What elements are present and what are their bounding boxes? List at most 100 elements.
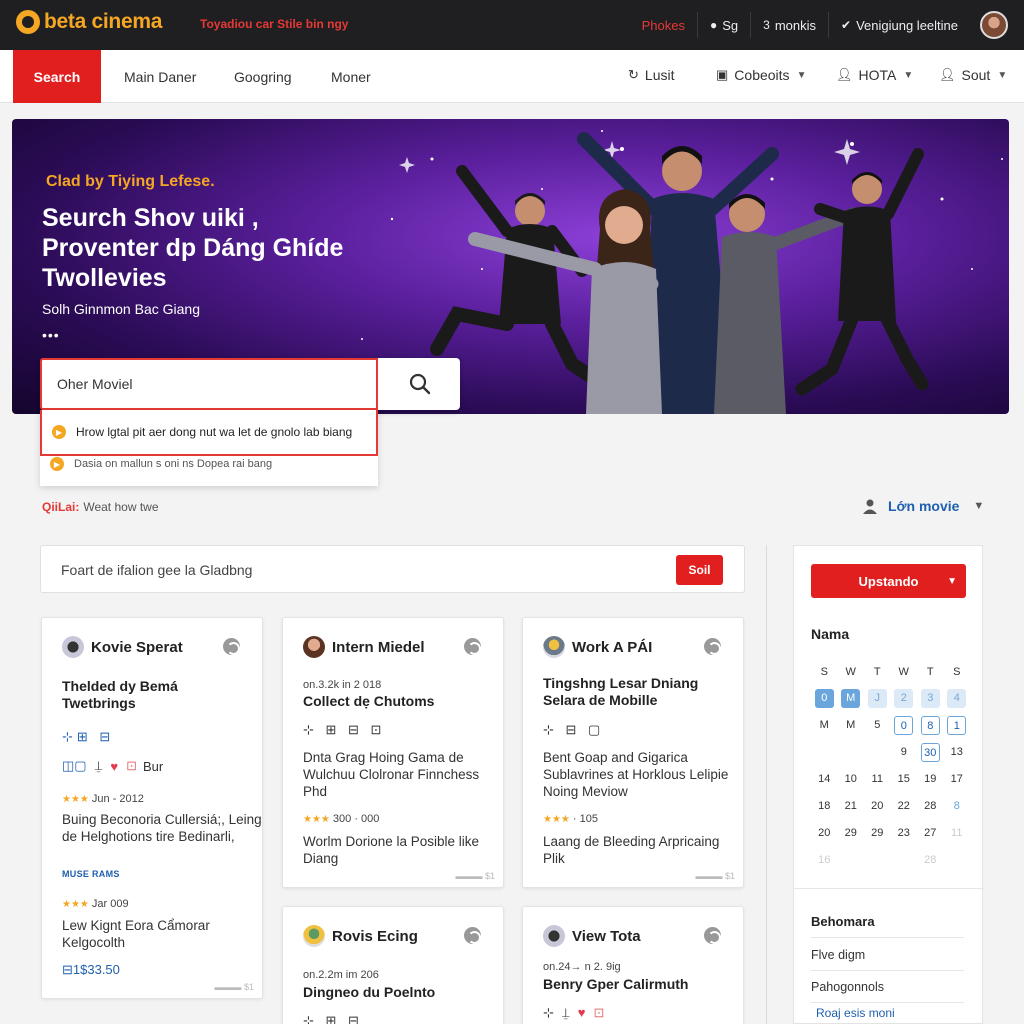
calendar-day[interactable]: 9	[891, 743, 918, 762]
filter-submit-button[interactable]: Soil	[676, 555, 723, 585]
calendar-day[interactable]: 27	[917, 824, 944, 843]
sidebar-item[interactable]: Flve digm	[811, 948, 964, 971]
calendar-week: 14 10 11 15 19 17	[811, 766, 971, 793]
calendar-day[interactable]: 29	[864, 824, 891, 843]
calendar-day[interactable]: 23	[891, 824, 918, 843]
calendar-day[interactable]: 28	[917, 797, 944, 816]
nav-search-tab[interactable]: Search	[13, 50, 101, 103]
person-icon: 👤︎	[939, 67, 956, 82]
calendar-day[interactable]: 30	[917, 743, 944, 762]
calendar-day[interactable]: 13	[944, 743, 971, 762]
suggestion-item[interactable]: ▶ Hrow lgtal pit aer dong nut wa let de …	[40, 410, 378, 456]
upstando-dropdown[interactable]: Upstando ▼	[811, 564, 966, 598]
nav-sout[interactable]: 👤︎ Sout ▼	[939, 67, 1007, 83]
play-icon: ▶	[50, 457, 64, 471]
calendar-day[interactable]: 14	[811, 770, 838, 789]
movie-card[interactable]: Rovis Ecing on.2.2m im 206 Dingneo du Po…	[282, 906, 504, 1024]
calendar-day[interactable]: 29	[838, 824, 865, 843]
calendar-day[interactable]: 22	[891, 797, 918, 816]
suggestion-text: Hrow lgtal pit aer dong nut wa let de gn…	[76, 425, 353, 439]
filter-input[interactable]: Foart de ifalion gee la Gladbng	[61, 562, 252, 578]
calendar-day[interactable]: 21	[838, 797, 865, 816]
nav-link-googring[interactable]: Googring	[234, 69, 292, 85]
calendar-day[interactable]: 3	[917, 689, 944, 708]
column-divider	[766, 545, 767, 1024]
calendar-day[interactable]: 10	[838, 770, 865, 789]
sidebar-item[interactable]: Pahogonnols	[811, 980, 964, 1003]
movie-card[interactable]: View Tota on.24→ n 2. 9ig Benry Gper Cal…	[522, 906, 744, 1024]
top-link-account[interactable]: ✔ Venigiung leeltine	[828, 12, 970, 38]
heart-icon[interactable]: ♥	[110, 759, 118, 774]
calendar-day[interactable]	[864, 851, 891, 870]
more-options-icon[interactable]	[464, 927, 481, 944]
calendar-day[interactable]: 0	[811, 689, 838, 708]
card-actions: ◫▢ ⍊ ♥ ⊡ Bur	[62, 758, 163, 774]
logo-icon	[16, 10, 40, 34]
calendar-day[interactable]: M	[838, 689, 865, 708]
calendar-day[interactable]	[811, 743, 838, 762]
movie-card[interactable]: Intern Miedel on.3.2k in 2 018 Collect d…	[282, 617, 504, 888]
avatar[interactable]	[980, 11, 1008, 39]
movie-card[interactable]: Work A PÁI Tingshng Lesar Dniang Selara …	[522, 617, 744, 888]
top-link-monkis[interactable]: 3 monkis	[750, 12, 828, 38]
more-options-icon[interactable]	[704, 927, 721, 944]
tag-icon[interactable]: ⊹	[543, 1005, 554, 1021]
calendar-day[interactable]: 8	[944, 797, 971, 816]
calendar-day[interactable]: 8	[917, 716, 944, 735]
more-options-icon[interactable]	[704, 638, 721, 655]
calendar-day[interactable]: 15	[891, 770, 918, 789]
calendar-day[interactable]	[838, 851, 865, 870]
top-link-sg[interactable]: ● Sg	[696, 12, 750, 38]
calendar-day[interactable]	[891, 851, 918, 870]
search-hint: QiiLai: Weat how twe	[42, 500, 159, 514]
calendar-day[interactable]: M	[811, 716, 838, 735]
calendar-day[interactable]: 19	[917, 770, 944, 789]
share-icon[interactable]: ⊡	[126, 758, 137, 774]
nav-lusit[interactable]: ↻ Lusit	[628, 67, 674, 83]
sidebar-link[interactable]: Roaj esis moni	[816, 1006, 895, 1020]
screen-icon[interactable]: ◫▢	[62, 758, 87, 774]
calendar-day[interactable]	[944, 851, 971, 870]
search-button[interactable]	[380, 358, 460, 410]
calendar-day[interactable]: 18	[811, 797, 838, 816]
calendar-day[interactable]: 5	[864, 716, 891, 735]
user-movie-menu[interactable]: Lớn movie ▼	[862, 498, 984, 514]
suggestion-item[interactable]: ▶ Dasia on mallun s oni ns Dopea rai ban…	[40, 451, 378, 477]
chevron-down-icon: ▼	[973, 500, 985, 512]
calendar-day[interactable]: 1	[944, 716, 971, 735]
share-icon[interactable]: ⊡	[593, 1005, 604, 1021]
calendar-day[interactable]: 16	[811, 851, 838, 870]
calendar-day[interactable]: 17	[944, 770, 971, 789]
nav-label: Cobeoits	[734, 67, 790, 83]
top-link-phokes[interactable]: Phokes	[630, 12, 697, 38]
calendar-day[interactable]: 11	[864, 770, 891, 789]
more-options-icon[interactable]	[464, 638, 481, 655]
more-options-icon[interactable]	[223, 638, 240, 655]
calendar-day[interactable]: J	[864, 689, 891, 708]
chevron-down-icon: ▼	[796, 69, 807, 81]
calendar-day[interactable]	[864, 743, 891, 762]
nav-link-main[interactable]: Main Daner	[124, 69, 196, 85]
calendar-day[interactable]	[838, 743, 865, 762]
hero-title-line: Twollevies	[42, 264, 167, 292]
pin-icon[interactable]: ⍊	[95, 758, 103, 774]
calendar-day[interactable]: 20	[864, 797, 891, 816]
nav-link-moner[interactable]: Moner	[331, 69, 371, 85]
calendar-day[interactable]: 28	[917, 851, 944, 870]
pin-icon[interactable]: ⍊	[562, 1005, 570, 1021]
search-input[interactable]	[40, 358, 378, 410]
calendar-title: Nama	[811, 626, 850, 642]
nav-hota[interactable]: 👤︎ HOTA ▼	[836, 67, 913, 83]
heart-icon[interactable]: ♥	[578, 1005, 586, 1021]
card-description: Worlm Dorione la Posible like Diang	[303, 834, 480, 866]
calendar-day[interactable]: 4	[944, 689, 971, 708]
calendar-day[interactable]: 0	[891, 716, 918, 735]
calendar-day[interactable]: 20	[811, 824, 838, 843]
hint-prefix: QiiLai:	[42, 500, 80, 514]
movie-card[interactable]: Kovie Sperat Thelded dy Bemá Twetbrings …	[41, 617, 263, 999]
calendar-day[interactable]: 2	[891, 689, 918, 708]
nav-cobeoits[interactable]: ▣ Cobeoits ▼	[716, 67, 806, 83]
calendar-day[interactable]: 11	[944, 824, 971, 843]
brand-logo[interactable]: beta cinema	[16, 10, 162, 34]
calendar-day[interactable]: M	[838, 716, 865, 735]
